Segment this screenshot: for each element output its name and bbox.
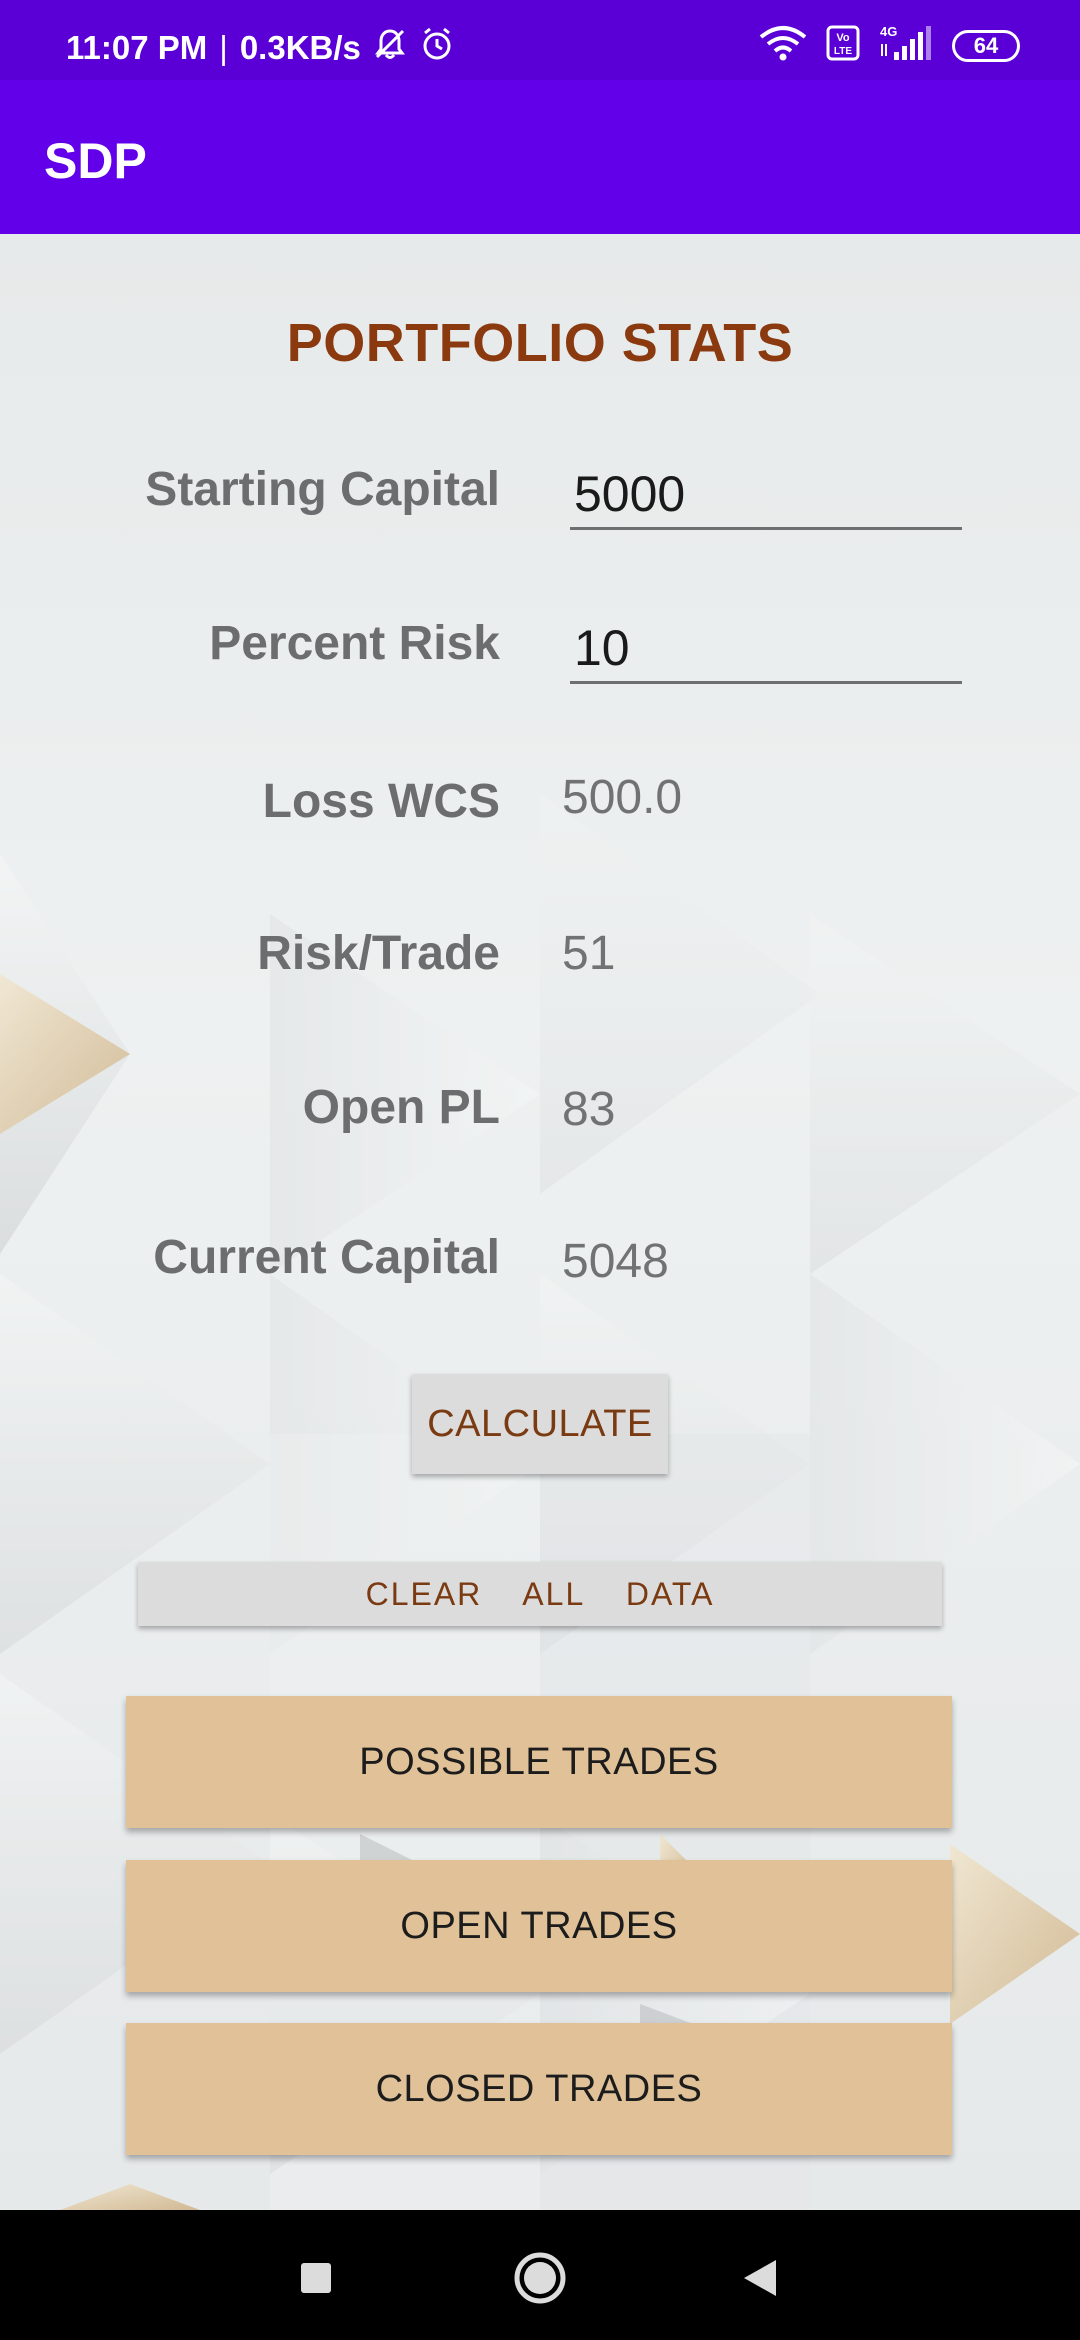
back-icon — [740, 2256, 780, 2305]
battery-icon: 64 — [952, 29, 1020, 62]
calculate-button[interactable]: CALCULATE — [412, 1374, 668, 1474]
risk-trade-label: Risk/Trade — [257, 927, 500, 980]
status-bar: 11:07 PM | 0.3KB/s Vo LTE 4G 64 — [0, 0, 1080, 80]
muted-bell-icon — [373, 27, 407, 69]
home-icon — [512, 2250, 568, 2311]
status-right: Vo LTE 4G 64 — [758, 24, 1020, 67]
recents-icon — [298, 2260, 334, 2301]
page-title: PORTFOLIO STATS — [286, 313, 794, 373]
starting-capital-input[interactable] — [570, 460, 962, 530]
loss-wcs-label: Loss WCS — [262, 775, 500, 828]
wifi-icon — [758, 25, 808, 66]
clear-all-data-button[interactable]: CLEAR ALL DATA — [138, 1562, 942, 1626]
possible-trades-button[interactable]: POSSIBLE TRADES — [126, 1696, 952, 1828]
open-pl-label: Open PL — [302, 1081, 500, 1134]
status-left: 11:07 PM | 0.3KB/s — [66, 26, 455, 70]
current-capital-value: 5048 — [562, 1235, 669, 1288]
volte-icon: Vo LTE — [826, 25, 860, 66]
system-navigation-bar — [0, 2210, 1080, 2340]
app-title: SDP — [44, 133, 147, 189]
risk-trade-value: 51 — [562, 927, 616, 980]
recents-button[interactable] — [286, 2250, 346, 2310]
closed-trades-button[interactable]: CLOSED TRADES — [126, 2023, 952, 2155]
loss-wcs-value: 500.0 — [562, 771, 683, 824]
svg-text:LTE: LTE — [834, 46, 852, 57]
status-time: 11:07 PM — [66, 29, 208, 66]
svg-text:4G: 4G — [880, 24, 897, 39]
alarm-icon — [419, 26, 455, 70]
status-separator: | — [219, 29, 228, 66]
portfolio-stats-screen: PORTFOLIO STATS Starting Capital Percent… — [0, 234, 1080, 2210]
svg-text:Vo: Vo — [836, 32, 850, 44]
home-button[interactable] — [510, 2250, 570, 2310]
open-trades-button[interactable]: OPEN TRADES — [126, 1860, 952, 1992]
percent-risk-label: Percent Risk — [209, 617, 500, 670]
status-speed: 0.3KB/s — [239, 29, 361, 66]
percent-risk-input[interactable] — [570, 614, 962, 684]
app-bar: SDP — [0, 80, 1080, 234]
starting-capital-label: Starting Capital — [145, 463, 500, 516]
back-button[interactable] — [730, 2250, 790, 2310]
signal-icon: 4G — [878, 24, 934, 67]
battery-level: 64 — [973, 32, 999, 58]
current-capital-label: Current Capital — [153, 1231, 500, 1284]
open-pl-value: 83 — [562, 1083, 616, 1136]
